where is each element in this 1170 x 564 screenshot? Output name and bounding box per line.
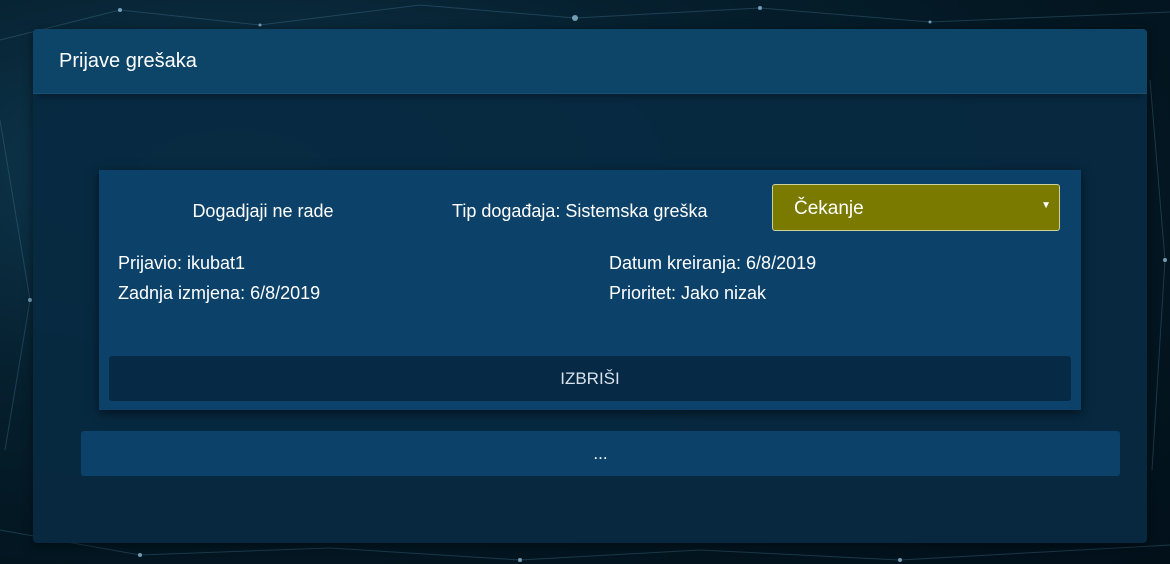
status-select[interactable]: Čekanje ▼: [772, 184, 1060, 231]
bug-reports-panel: Prijave grešaka Dogadjaji ne rade Tip do…: [33, 29, 1147, 543]
reported-by: Prijavio: ikubat1: [118, 253, 246, 273]
priority: Prioritet: Jako nizak: [609, 283, 767, 303]
report-type: Tip događaja: Sistemska greška: [452, 201, 708, 221]
last-modified: Zadnja izmjena: 6/8/2019: [118, 283, 321, 303]
panel-header: Prijave grešaka: [33, 29, 1147, 94]
load-more-button[interactable]: ...: [81, 431, 1120, 476]
panel-title: Prijave grešaka: [59, 50, 197, 72]
created-date: Datum kreiranja: 6/8/2019: [609, 253, 817, 273]
delete-button[interactable]: IZBRIŠI: [109, 356, 1071, 401]
chevron-down-icon: ▼: [1041, 200, 1051, 211]
report-card: Dogadjaji ne rade Tip događaja: Sistemsk…: [99, 170, 1081, 410]
status-selected-value: Čekanje: [794, 198, 864, 219]
report-name: Dogadjaji ne rade: [192, 201, 334, 221]
